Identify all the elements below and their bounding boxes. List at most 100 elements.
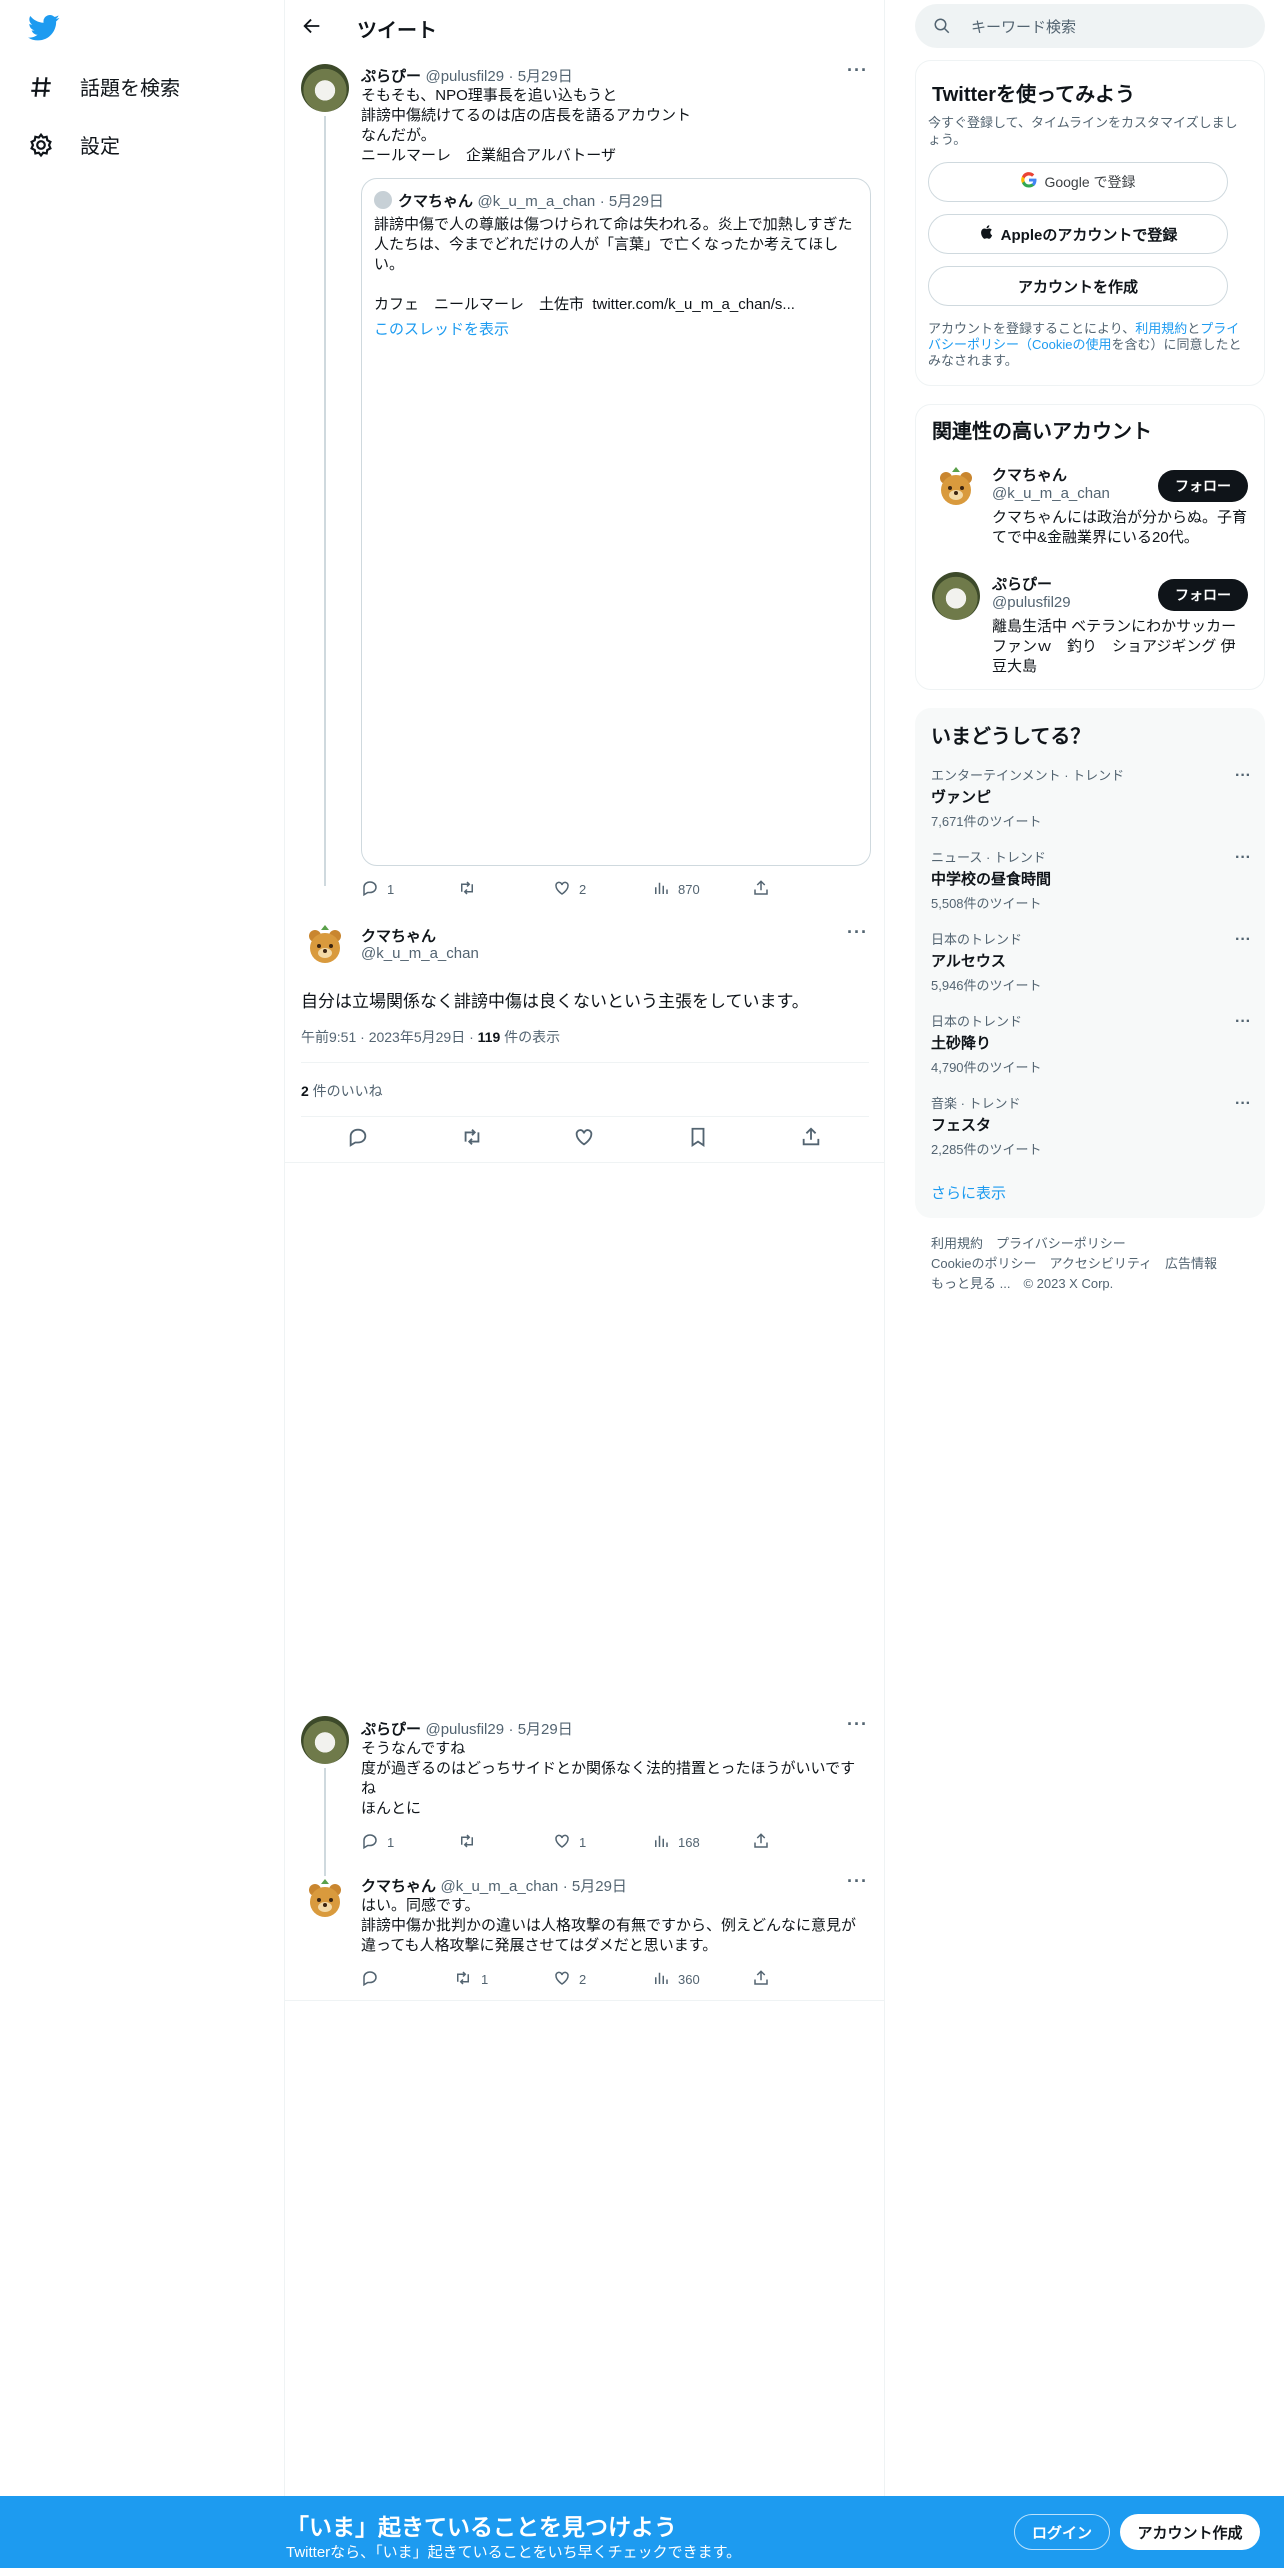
tweet-header: ぷらぴー @pulusfil29 · 5月29日	[361, 65, 573, 86]
avatar[interactable]	[301, 64, 349, 112]
trend-name: ヴァンピ	[931, 789, 992, 806]
tweet-date[interactable]: · 5月29日	[563, 1878, 627, 1895]
author-name[interactable]: クマちゃん	[361, 925, 436, 946]
follow-button[interactable]: フォロー	[1158, 470, 1248, 502]
tweet-timestamp[interactable]: 午前9:51 · 2023年5月29日 ·	[301, 1029, 478, 1045]
reply-button[interactable]: 1	[361, 879, 394, 900]
account-handle[interactable]: @pulusfil29	[992, 594, 1071, 611]
views-count: 119	[477, 1029, 501, 1045]
trend-count: 2,285件のツイート	[931, 1142, 1042, 1157]
show-thread-link[interactable]: このスレッドを表示	[374, 318, 509, 339]
author-handle[interactable]: @k_u_m_a_chan	[440, 1878, 558, 1895]
like-button[interactable]: 2	[553, 1969, 586, 1990]
author-handle[interactable]: @pulusfil29	[425, 68, 504, 85]
avatar[interactable]	[301, 1876, 349, 1924]
like-button[interactable]: 1	[553, 1832, 586, 1853]
retweet-button[interactable]	[457, 1832, 485, 1853]
tweet-date[interactable]: · 5月29日	[509, 1721, 573, 1738]
more-options-icon[interactable]: ···	[847, 922, 868, 943]
reply-button[interactable]: 1	[361, 1832, 394, 1853]
share-button[interactable]	[752, 1832, 770, 1853]
share-button[interactable]	[752, 879, 770, 900]
tweet-actions: 1 2 360	[361, 1969, 861, 1989]
more-options-icon[interactable]: ···	[1235, 849, 1251, 867]
share-icon	[752, 1832, 770, 1853]
avatar[interactable]	[301, 1716, 349, 1764]
views-button[interactable]: 168	[652, 1832, 700, 1853]
avatar[interactable]	[301, 922, 349, 970]
trend-count: 5,508件のツイート	[931, 896, 1042, 911]
account-name[interactable]: ぷらぴー	[992, 573, 1052, 594]
search-input[interactable]: キーワード検索	[971, 16, 1076, 37]
share-icon[interactable]	[800, 1126, 822, 1153]
trend-item[interactable]: ニュース · トレンド 中学校の昼食時間 5,508件のツイート ···	[931, 847, 1251, 912]
more-options-icon[interactable]: ···	[847, 1871, 868, 1892]
account-name[interactable]: クマちゃん	[992, 464, 1067, 485]
footer-line[interactable]: もっと見る ... © 2023 X Corp.	[931, 1274, 1217, 1294]
left-navigation: 話題を検索 設定	[0, 0, 285, 2496]
more-options-icon[interactable]: ···	[847, 60, 868, 81]
bar-chart-icon	[652, 1832, 670, 1853]
terms-link[interactable]: 利用規約	[1135, 321, 1187, 336]
likes-summary[interactable]: 2 件のいいね	[301, 1081, 383, 1101]
more-options-icon[interactable]: ···	[1235, 1095, 1251, 1113]
author-name[interactable]: クマちゃん	[361, 1878, 436, 1895]
avatar[interactable]	[932, 572, 980, 620]
retweet-count: 1	[481, 1972, 489, 1987]
search-bar[interactable]: キーワード検索	[915, 4, 1265, 48]
quoted-tweet[interactable]: クマちゃん @k_u_m_a_chan · 5月29日 誹謗中傷で人の尊厳は傷つ…	[361, 178, 871, 866]
reply-count: 1	[387, 1835, 395, 1850]
login-button[interactable]: ログイン	[1014, 2514, 1110, 2550]
trend-name: 中学校の昼食時間	[931, 871, 1052, 888]
author-name[interactable]: ぷらぴー	[361, 1721, 421, 1738]
views-button[interactable]: 360	[652, 1969, 700, 1990]
more-options-icon[interactable]: ···	[1235, 1013, 1251, 1031]
twitter-bird-icon[interactable]	[28, 14, 60, 42]
avatar[interactable]	[932, 464, 980, 512]
tweet-text: そもそも、NPO理事長を追い込もうと 誹謗中傷続けてるのは店の店長を語るアカウン…	[361, 87, 692, 164]
like-count: 1	[579, 1835, 587, 1850]
retweet-button[interactable]	[457, 879, 485, 900]
trend-count: 4,790件のツイート	[931, 1060, 1042, 1075]
like-button[interactable]: 2	[553, 879, 586, 900]
bookmark-icon[interactable]	[687, 1126, 709, 1153]
hashtag-icon	[28, 74, 54, 100]
nav-settings[interactable]: 設定	[28, 130, 120, 159]
trend-item[interactable]: エンターテインメント · トレンド ヴァンピ 7,671件のツイート ···	[931, 765, 1251, 830]
back-arrow-icon[interactable]	[301, 15, 323, 37]
footer-line[interactable]: 利用規約 プライバシーポリシー	[931, 1234, 1217, 1254]
google-signup-button[interactable]: Google で登録	[928, 162, 1228, 202]
author-handle[interactable]: @k_u_m_a_chan	[361, 945, 479, 962]
related-accounts-card: 関連性の高いアカウント クマちゃん @k_u_m_a_chan フォロー クマち…	[915, 404, 1265, 690]
signup-button[interactable]: アカウント作成	[1120, 2514, 1260, 2550]
quote-avatar	[374, 191, 392, 209]
retweet-icon	[453, 1969, 473, 1990]
show-more-link[interactable]: さらに表示	[931, 1182, 1006, 1203]
trend-item[interactable]: 音楽 · トレンド フェスタ 2,285件のツイート ···	[931, 1093, 1251, 1158]
nav-explore[interactable]: 話題を検索	[28, 72, 180, 101]
nav-settings-label: 設定	[80, 136, 120, 158]
reply-icon[interactable]	[347, 1126, 369, 1153]
apple-icon	[979, 223, 995, 245]
follow-button[interactable]: フォロー	[1158, 579, 1248, 611]
reply-button[interactable]	[361, 1969, 387, 1990]
retweet-button[interactable]: 1	[453, 1969, 488, 1990]
author-handle[interactable]: @pulusfil29	[425, 1721, 504, 1738]
signup-card: Twitterを使ってみよう 今すぐ登録して、タイムラインをカスタマイズしましょ…	[915, 60, 1265, 386]
create-account-button[interactable]: アカウントを作成	[928, 266, 1228, 306]
trend-item[interactable]: 日本のトレンド 土砂降り 4,790件のツイート ···	[931, 1011, 1251, 1076]
retweet-icon[interactable]	[460, 1126, 484, 1153]
more-options-icon[interactable]: ···	[1235, 931, 1251, 949]
more-options-icon[interactable]: ···	[1235, 767, 1251, 785]
footer-line[interactable]: Cookieのポリシー アクセシビリティ 広告情報	[931, 1254, 1217, 1274]
account-handle[interactable]: @k_u_m_a_chan	[992, 485, 1110, 502]
trend-item[interactable]: 日本のトレンド アルセウス 5,946件のツイート ···	[931, 929, 1251, 994]
more-options-icon[interactable]: ···	[847, 1714, 868, 1735]
tweet-date[interactable]: · 5月29日	[509, 68, 573, 85]
apple-signup-button[interactable]: Appleのアカウントで登録	[928, 214, 1228, 254]
share-button[interactable]	[752, 1969, 770, 1990]
views-button[interactable]: 870	[652, 879, 700, 900]
heart-icon	[553, 1832, 571, 1853]
heart-icon[interactable]	[573, 1126, 595, 1153]
author-name[interactable]: ぷらぴー	[361, 68, 421, 85]
